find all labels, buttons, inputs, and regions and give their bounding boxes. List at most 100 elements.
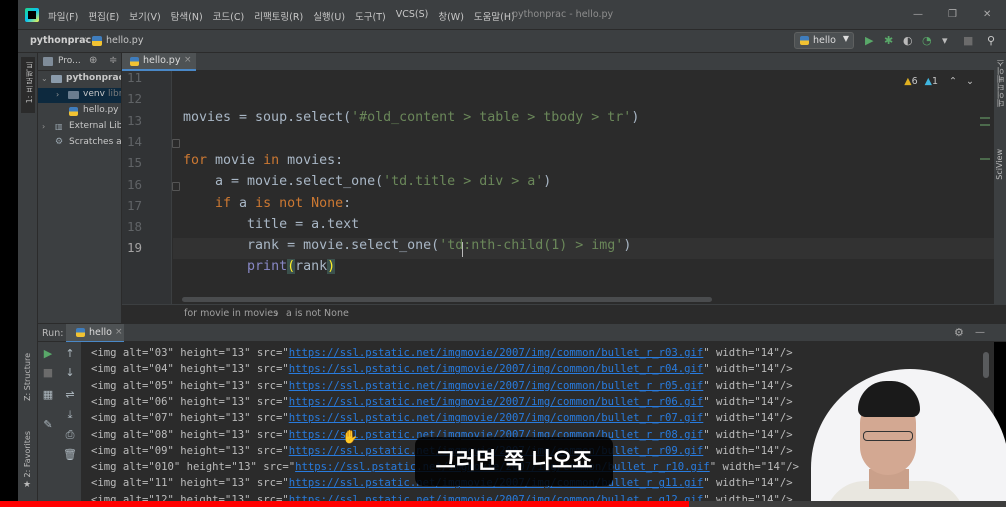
console-link[interactable]: https://ssl.pstatic.net/imgmovie/2007/im… — [289, 396, 704, 408]
code-token: : — [343, 195, 352, 211]
console-text: <img alt="09" height="13" src=" — [91, 444, 289, 457]
breadcrumb-item[interactable]: for movie in movies — [184, 308, 278, 319]
layout-icon[interactable]: ▦ — [41, 388, 55, 401]
coverage-icon[interactable]: ◐ — [903, 34, 913, 47]
weak-warning-icon: ▲ — [924, 76, 932, 87]
locate-file-icon[interactable]: ⊕ — [89, 55, 97, 66]
restore-button[interactable]: ❐ — [948, 9, 957, 20]
code-token: is not None — [255, 195, 344, 211]
menu-item[interactable]: 창(W) — [436, 9, 466, 23]
code-token: '#old_content > table > tbody > tr' — [351, 110, 632, 126]
pycharm-logo-icon — [25, 8, 39, 22]
menu-item[interactable]: 리팩토링(R) — [252, 9, 305, 23]
run-tab-label: hello — [89, 327, 112, 338]
project-tool-button[interactable]: 1: 프로젝트 — [21, 57, 35, 113]
close-window-button[interactable]: ✕ — [983, 9, 991, 20]
code-token: movies: — [279, 152, 344, 168]
menu-item[interactable]: 도움말(H) — [472, 9, 517, 23]
tree-item-label: pythonprac — [66, 73, 122, 83]
chevron-down-icon[interactable]: ⌄ — [966, 76, 974, 87]
tree-item-venv[interactable]: › venv libr — [38, 88, 121, 103]
error-stripe-mark[interactable] — [980, 158, 990, 160]
sciview-tool-button[interactable]: SciView — [995, 149, 1004, 180]
structure-tool-button[interactable]: Z: Structure — [23, 353, 32, 401]
menu-item[interactable]: VCS(S) — [394, 9, 431, 23]
error-stripe-mark[interactable] — [980, 117, 990, 119]
hide-panel-icon[interactable]: — — [975, 327, 985, 338]
tree-item-external-libraries[interactable]: › ▥ External Libr — [38, 120, 121, 135]
fold-marker-icon[interactable] — [172, 138, 180, 148]
console-text: <img alt="12" height="13" src=" — [91, 493, 289, 501]
console-link[interactable]: https://ssl.pstatic.net/imgmovie/2007/im… — [289, 347, 704, 359]
close-tab-icon[interactable]: × — [184, 55, 192, 65]
pin-tab-icon[interactable]: ✎ — [41, 418, 55, 431]
console-link[interactable]: https://ssl.pstatic.net/imgmovie/2007/im… — [289, 363, 704, 375]
tab-hello-py[interactable]: hello.py × — [122, 53, 196, 71]
console-scrollbar[interactable] — [983, 352, 989, 378]
code-token: ( — [287, 259, 296, 275]
menu-item[interactable]: 파일(F) — [46, 9, 80, 23]
code-token: for — [183, 152, 208, 168]
window-title: pythonprac - hello.py — [512, 9, 614, 20]
horizontal-scrollbar[interactable] — [182, 297, 712, 302]
menu-item[interactable]: 코드(C) — [211, 9, 247, 23]
console-text: <img alt="11" height="13" src=" — [91, 477, 289, 490]
menu-item[interactable]: 실행(U) — [311, 9, 347, 23]
stop-icon[interactable]: ■ — [963, 34, 973, 47]
inspection-widget[interactable]: ▲6 ▲1 ⌃ ⌄ — [904, 76, 974, 87]
run-configuration-select[interactable]: hello ▼ — [794, 32, 854, 49]
rerun-icon[interactable]: ▶ — [41, 347, 55, 360]
breadcrumb-item[interactable]: a is not None — [286, 308, 349, 319]
project-panel-title[interactable]: Pro... — [58, 56, 81, 66]
console-link[interactable]: https://ssl.pstatic.net/imgmovie/2007/im… — [289, 380, 704, 392]
scroll-to-end-icon[interactable]: ⤓ — [63, 408, 77, 422]
favorites-tool-button[interactable]: 2: Favorites — [23, 431, 32, 477]
scroll-down-icon[interactable]: ↓ — [63, 366, 77, 379]
database-tool-button[interactable]: 데이터베이스 — [995, 59, 1006, 107]
console-link[interactable]: https://ssl.pstatic.net/imgmovie/2007/im… — [289, 412, 704, 424]
fold-marker-icon[interactable] — [172, 181, 180, 191]
breadcrumb-file[interactable]: hello.py — [106, 35, 143, 46]
code-line: movies = soup.select('#old_content > tab… — [183, 110, 639, 125]
menu-item[interactable]: 편집(E) — [86, 9, 121, 23]
video-progress-bar[interactable] — [0, 501, 1006, 507]
line-number: 16 — [126, 176, 142, 192]
console-line: <img alt="12" height="13" src="https://s… — [91, 494, 793, 501]
console-link[interactable]: https://ssl.pstatic.net/imgmovie/2007/im… — [289, 494, 704, 501]
code-editor[interactable]: 11 12 13 14 15 16 17 18 19 movies = soup.select(… — [122, 71, 994, 304]
collapse-all-icon[interactable]: ≑ — [109, 55, 117, 66]
run-panel-label: Run: — [42, 328, 64, 339]
soft-wrap-icon[interactable]: ⇌ — [63, 388, 77, 401]
clear-all-icon[interactable]: 🗑 — [63, 448, 77, 461]
scroll-up-icon[interactable]: ↑ — [63, 347, 77, 360]
tree-item-scratches[interactable]: ⚙ Scratches an — [38, 136, 121, 151]
console-line: <img alt="03" height="13" src="https://s… — [91, 347, 793, 359]
tree-item-project-root[interactable]: ⌄ pythonprac — [38, 72, 122, 87]
console-text: " width="14"/> — [703, 395, 793, 408]
favorites-star-icon: ★ — [23, 480, 32, 490]
search-everywhere-icon[interactable]: ⚲ — [987, 34, 995, 47]
concurrency-icon[interactable]: ▾ — [942, 34, 948, 47]
debug-icon[interactable]: ✱ — [884, 34, 893, 47]
menu-item[interactable]: 도구(T) — [353, 9, 388, 23]
console-text: " width="14"/> — [703, 347, 793, 359]
settings-gear-icon[interactable]: ⚙ — [954, 326, 964, 339]
run-icon[interactable]: ▶ — [865, 34, 873, 47]
tree-item-hello-py[interactable]: hello.py — [38, 104, 121, 119]
subtitle-caption: 그러면 쭉 나오죠 — [415, 437, 613, 486]
tree-item-label: venv — [83, 89, 105, 99]
stop-icon[interactable]: ■ — [41, 366, 55, 379]
menu-item[interactable]: 보기(V) — [127, 9, 162, 23]
print-icon[interactable]: ⎙ — [63, 428, 77, 442]
close-run-tab-icon[interactable]: × — [115, 327, 123, 337]
error-stripe-mark[interactable] — [980, 124, 990, 126]
chevron-up-icon[interactable]: ⌃ — [949, 76, 957, 87]
run-tab-hello[interactable]: hello × — [66, 324, 124, 343]
profile-icon[interactable]: ◔ — [922, 34, 932, 47]
minimize-button[interactable]: — — [913, 9, 923, 20]
menu-item[interactable]: 탐색(N) — [169, 9, 205, 23]
breadcrumb-project[interactable]: pythonprac — [30, 35, 91, 46]
title-bar: 파일(F) 편집(E) 보기(V) 탐색(N) 코드(C) 리팩토링(R) 실행(U) 도구(… — [18, 0, 1006, 30]
console-text: " width="14"/> — [703, 412, 793, 425]
python-file-icon — [92, 36, 102, 46]
